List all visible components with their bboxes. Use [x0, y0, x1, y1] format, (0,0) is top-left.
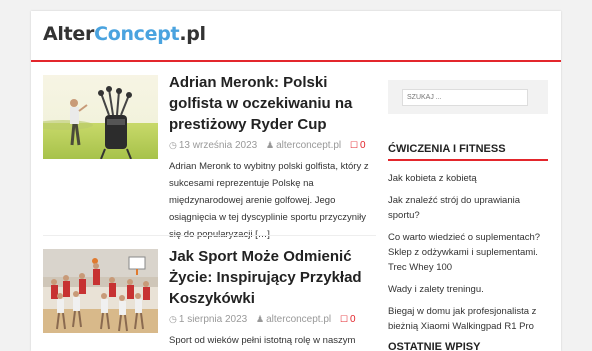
sidebar-link[interactable]: Jak znaleźć strój do uprawiania sportu?	[388, 193, 548, 223]
search-input[interactable]	[402, 89, 528, 106]
post-excerpt: Sport od wieków pełni istotną rolę w nas…	[169, 335, 356, 346]
post-date: 1 sierpnia 2023	[178, 314, 248, 325]
sidebar-link[interactable]: Jak kobieta z kobietą	[388, 171, 548, 186]
logo-text-concept: Concept	[94, 23, 180, 45]
comment-icon: ☐	[349, 140, 359, 150]
logo-text-domain: .pl	[179, 23, 206, 45]
comment-icon: ☐	[339, 314, 349, 324]
post-date: 13 września 2023	[178, 140, 258, 151]
clock-icon: ◷	[169, 140, 177, 150]
post-thumbnail-basketball[interactable]	[43, 249, 158, 333]
widget-title-fitness: ĆWICZENIA I FITNESS	[388, 143, 548, 161]
sidebar-link[interactable]: Biegaj w domu jak profesjonalista z bież…	[388, 304, 548, 334]
post-comments-count[interactable]: 0	[350, 314, 356, 325]
clock-icon: ◷	[169, 314, 177, 324]
post-divider	[43, 235, 376, 236]
sidebar-link[interactable]: Co warto wiedzieć o suplementach? Sklep …	[388, 230, 548, 275]
page: AlterConcept.pl Adrian Meronk: Polski go…	[31, 11, 561, 351]
post-title[interactable]: Adrian Meronk: Polski golfista w oczekiw…	[169, 72, 379, 135]
post-title[interactable]: Jak Sport Może Odmienić Życie: Inspirują…	[169, 246, 379, 309]
post-meta: ◷ 1 sierpnia 2023 ♟ alterconcept.pl ☐ 0	[169, 314, 356, 325]
post-excerpt: Adrian Meronk to wybitny polski golfista…	[169, 161, 369, 240]
site-header: AlterConcept.pl	[31, 11, 561, 62]
widget-title-recent-posts: OSTATNIE WPISY	[388, 341, 548, 351]
search-widget	[388, 80, 548, 114]
post-author[interactable]: alterconcept.pl	[266, 314, 331, 325]
sidebar-link[interactable]: Wady i zalety treningu.	[388, 282, 548, 297]
post-comments-count[interactable]: 0	[360, 140, 366, 151]
logo-text-alter: Alter	[43, 23, 95, 45]
user-icon: ♟	[256, 314, 265, 324]
user-icon: ♟	[266, 140, 275, 150]
fitness-links-list: Jak kobieta z kobietą Jak znaleźć strój …	[388, 171, 548, 341]
post-meta: ◷ 13 września 2023 ♟ alterconcept.pl ☐ 0	[169, 140, 366, 151]
site-logo[interactable]: AlterConcept.pl	[43, 23, 206, 45]
post-author[interactable]: alterconcept.pl	[276, 140, 341, 151]
post-thumbnail-golf[interactable]	[43, 75, 158, 159]
